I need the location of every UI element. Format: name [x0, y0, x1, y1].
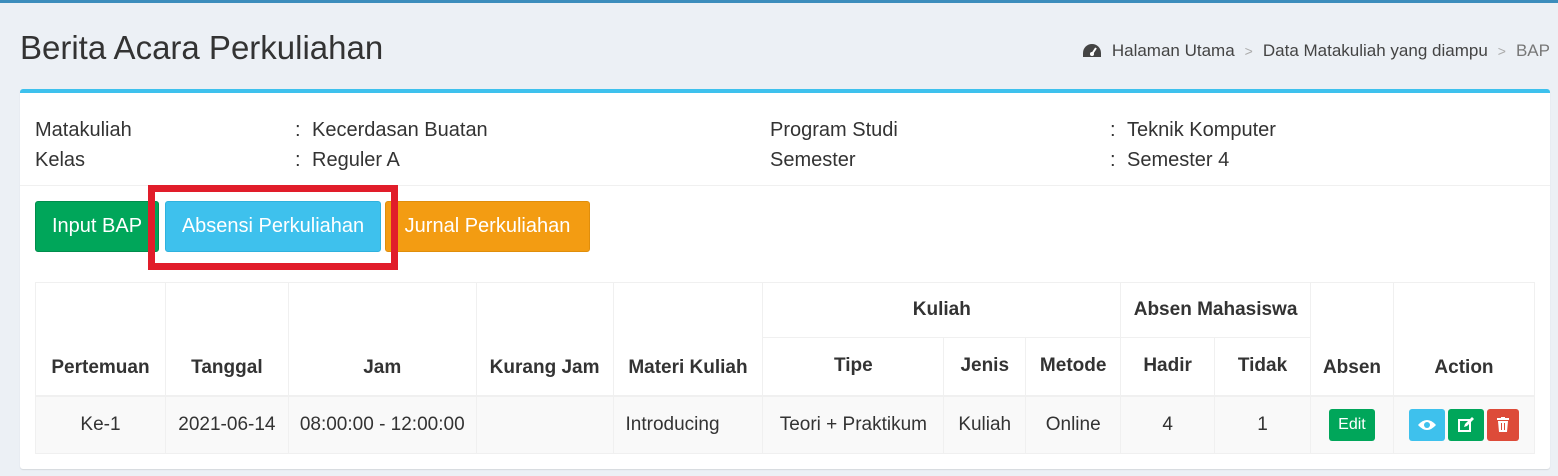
edit-icon	[1457, 416, 1474, 432]
header-tipe: Tipe	[762, 337, 945, 396]
breadcrumb-home[interactable]: Halaman Utama	[1112, 41, 1235, 61]
bap-table: Pertemuan Tanggal Jam Kurang Jam Materi …	[35, 282, 1536, 454]
cell-metode: Online	[1025, 395, 1122, 454]
header-absen: Absen	[1310, 282, 1394, 396]
breadcrumb-separator: >	[1497, 43, 1506, 59]
kelas-value: Reguler A	[312, 149, 400, 171]
prodi-value: Teknik Komputer	[1127, 119, 1276, 141]
bap-box: Matakuliah : Kecerdasan Buatan Kelas : R…	[20, 89, 1550, 469]
jurnal-perkuliahan-button[interactable]: Jurnal Perkuliahan	[385, 201, 590, 252]
delete-button[interactable]	[1486, 408, 1519, 441]
colon: :	[295, 119, 301, 141]
eye-icon	[1417, 419, 1436, 430]
cell-pertemuan: Ke-1	[35, 395, 166, 454]
header-tidak: Tidak	[1214, 337, 1311, 396]
prodi-label: Program Studi	[770, 119, 898, 141]
colon: :	[295, 149, 301, 171]
breadcrumb: Halaman Utama > Data Matakuliah yang dia…	[1082, 41, 1550, 61]
matakuliah-label: Matakuliah	[35, 119, 132, 141]
cell-jam: 08:00:00 - 12:00:00	[287, 395, 477, 454]
page-title: Berita Acara Perkuliahan	[20, 29, 384, 66]
cell-jenis: Kuliah	[943, 395, 1027, 454]
matakuliah-value: Kecerdasan Buatan	[312, 119, 488, 141]
dashboard-icon	[1082, 43, 1102, 59]
cell-tipe: Teori + Praktikum	[762, 395, 945, 454]
cell-kurang-jam	[475, 395, 614, 454]
header-pertemuan: Pertemuan	[35, 282, 166, 396]
highlight-box	[148, 185, 398, 270]
input-bap-button[interactable]: Input BAP	[35, 201, 159, 252]
edit-button[interactable]	[1447, 408, 1484, 441]
course-info-right: Program Studi : Teknik Komputer Semester…	[770, 115, 1276, 175]
semester-label: Semester	[770, 149, 856, 171]
header-kurang-jam: Kurang Jam	[475, 282, 614, 396]
header-materi: Materi Kuliah	[612, 282, 764, 396]
breadcrumb-matakuliah[interactable]: Data Matakuliah yang diampu	[1263, 41, 1488, 61]
semester-value: Semester 4	[1127, 149, 1230, 171]
trash-icon	[1496, 417, 1509, 433]
absen-edit-button[interactable]: Edit	[1328, 408, 1375, 441]
colon: :	[1110, 149, 1116, 171]
header-jam: Jam	[287, 282, 477, 396]
kelas-label: Kelas	[35, 149, 86, 171]
view-button[interactable]	[1408, 408, 1445, 441]
breadcrumb-current: BAP	[1515, 41, 1550, 60]
breadcrumb-separator: >	[1244, 43, 1253, 59]
header-hadir: Hadir	[1120, 337, 1216, 396]
cell-action	[1392, 395, 1536, 454]
header-jenis: Jenis	[943, 337, 1027, 396]
header-absen-mahasiswa: Absen Mahasiswa	[1120, 282, 1311, 338]
cell-hadir: 4	[1120, 395, 1216, 454]
table-row: Ke-1 2021-06-14 08:00:00 - 12:00:00 Intr…	[35, 395, 1536, 454]
colon: :	[1110, 119, 1116, 141]
course-info-left: Matakuliah : Kecerdasan Buatan Kelas : R…	[35, 115, 488, 175]
header-kuliah: Kuliah	[762, 282, 1122, 338]
header-action: Action	[1392, 282, 1536, 396]
cell-materi: Introducing	[612, 395, 764, 454]
cell-tanggal: 2021-06-14	[164, 395, 289, 454]
header-metode: Metode	[1025, 337, 1122, 396]
cell-tidak: 1	[1214, 395, 1311, 454]
cell-absen: Edit	[1310, 395, 1394, 454]
header-tanggal: Tanggal	[164, 282, 289, 396]
